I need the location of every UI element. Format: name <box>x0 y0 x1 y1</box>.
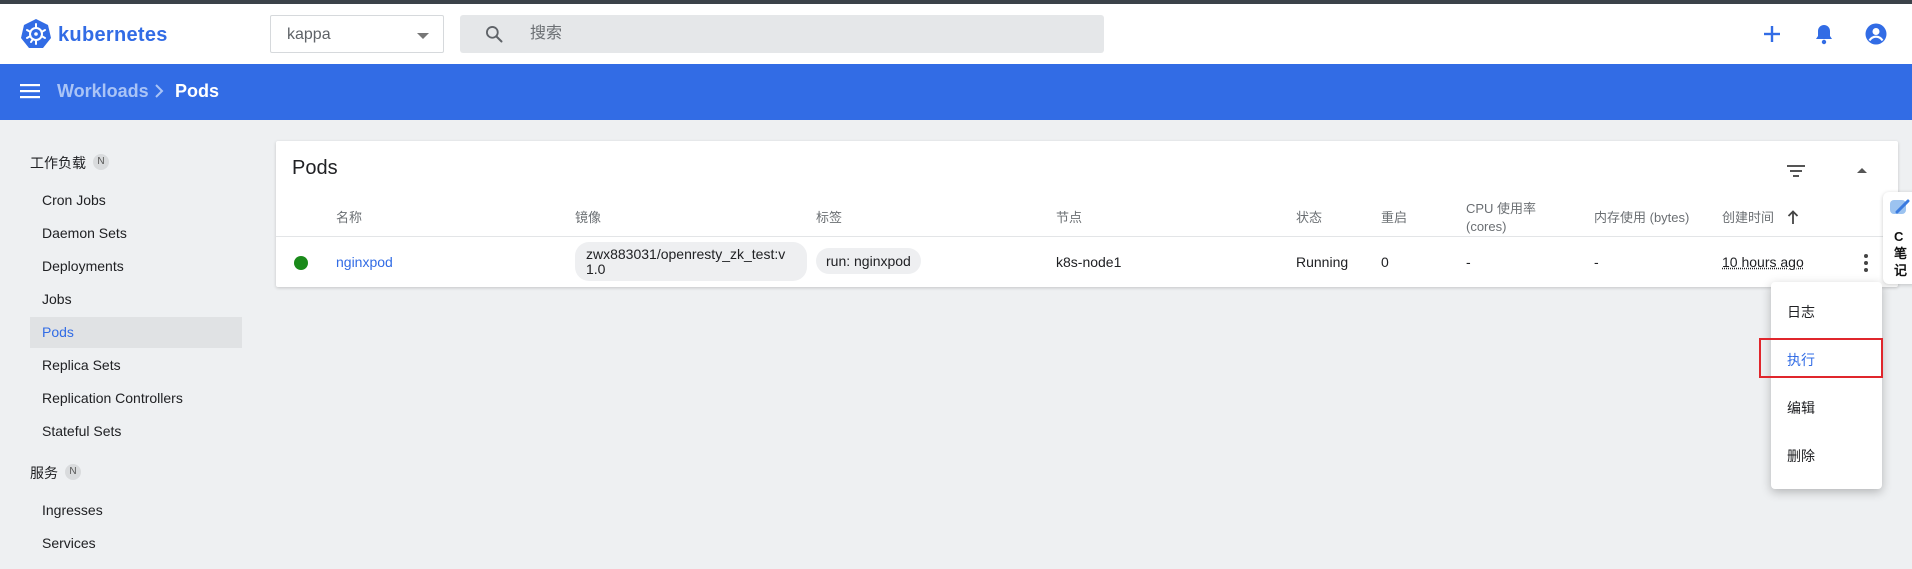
pods-card: Pods 名称 镜像 标签 节点 状态 重启 CPU 使用率 (cores) 内… <box>276 141 1898 287</box>
sidebar-item-pods[interactable]: Pods <box>30 317 242 348</box>
pod-memory: - <box>1594 254 1599 270</box>
more-vert-icon[interactable] <box>1854 251 1878 275</box>
account-icon[interactable] <box>1864 22 1888 46</box>
namespace-value: kappa <box>287 26 331 43</box>
pod-node[interactable]: k8s-node1 <box>1056 254 1121 270</box>
note-side-widget[interactable]: C 笔 记 <box>1883 192 1912 284</box>
table-header-divider <box>276 236 1898 237</box>
top-bar: kubernetes kappa <box>0 4 1912 64</box>
column-header-labels: 标签 <box>816 210 843 225</box>
column-header-restarts: 重启 <box>1381 210 1408 225</box>
sidebar-section-workloads[interactable]: 工作负载 <box>30 153 86 173</box>
sidebar-item-jobs[interactable]: Jobs <box>30 284 242 315</box>
sidebar-section-services[interactable]: 服务 <box>30 463 58 483</box>
sidebar-item-daemon-sets[interactable]: Daemon Sets <box>30 218 242 249</box>
column-header-name[interactable]: 名称 <box>336 209 362 226</box>
breadcrumb-workloads[interactable]: Workloads <box>57 81 149 102</box>
note-logo-icon <box>1890 199 1910 214</box>
status-running-icon <box>294 256 308 270</box>
search-input[interactable] <box>530 15 1090 53</box>
column-header-cpu-unit: (cores) <box>1466 219 1507 234</box>
column-header-status: 状态 <box>1296 210 1323 225</box>
sidebar-item-services[interactable]: Services <box>30 528 242 559</box>
search-box[interactable] <box>460 15 1104 53</box>
note-widget-text: C 笔 记 <box>1894 229 1908 278</box>
column-header-created[interactable]: 创建时间 <box>1722 209 1774 226</box>
menu-item-delete[interactable]: 删除 <box>1771 436 1882 476</box>
sidebar-item-cron-jobs[interactable]: Cron Jobs <box>30 185 242 216</box>
sidebar-item-ingresses[interactable]: Ingresses <box>30 495 242 526</box>
namespaced-badge: N <box>65 464 81 480</box>
pod-name-link[interactable]: nginxpod <box>336 254 393 270</box>
sidebar: 工作负载 N Cron Jobs Daemon Sets Deployments… <box>0 120 250 569</box>
pod-cpu: - <box>1466 254 1471 270</box>
kubernetes-logo-icon[interactable] <box>20 18 52 50</box>
breadcrumb-pods: Pods <box>175 81 220 101</box>
exec-highlight-outline <box>1759 338 1883 378</box>
namespaced-badge: N <box>93 154 109 170</box>
sidebar-item-replica-sets[interactable]: Replica Sets <box>30 350 242 381</box>
arrow-up-icon <box>1787 210 1799 224</box>
menu-item-edit[interactable]: 编辑 <box>1771 388 1882 428</box>
sidebar-item-stateful-sets[interactable]: Stateful Sets <box>30 416 242 447</box>
menu-icon[interactable] <box>20 82 40 100</box>
chevron-right-icon <box>155 84 164 98</box>
breadcrumb-bar: Workloads Pods <box>0 64 1912 120</box>
column-header-memory: 内存使用 (bytes) <box>1594 210 1690 225</box>
caret-down-icon <box>417 33 429 39</box>
sidebar-item-replication-controllers[interactable]: Replication Controllers <box>30 383 242 414</box>
column-header-image: 镜像 <box>575 210 602 225</box>
menu-item-logs[interactable]: 日志 <box>1771 292 1882 332</box>
app-logo-text[interactable]: kubernetes <box>58 24 168 47</box>
card-title: Pods <box>292 157 338 179</box>
label-chip: run: nginxpod <box>816 248 921 274</box>
filter-icon[interactable] <box>1784 159 1808 183</box>
bell-icon[interactable] <box>1812 22 1836 46</box>
plus-icon[interactable] <box>1760 22 1784 46</box>
pod-restarts: 0 <box>1381 254 1389 270</box>
column-header-cpu: CPU 使用率 <box>1466 201 1537 216</box>
caret-up-icon[interactable] <box>1850 159 1874 183</box>
namespace-select[interactable]: kappa <box>270 15 444 53</box>
search-icon <box>486 26 503 43</box>
sidebar-item-deployments[interactable]: Deployments <box>30 251 242 282</box>
pod-age: 10 hours ago <box>1722 254 1804 270</box>
column-header-node: 节点 <box>1056 210 1083 225</box>
row-actions-menu: 日志 执行 编辑 删除 <box>1759 282 1883 489</box>
image-chip: zwx883031/openresty_zk_test:v1.0 <box>575 242 807 281</box>
pod-status: Running <box>1296 254 1349 270</box>
